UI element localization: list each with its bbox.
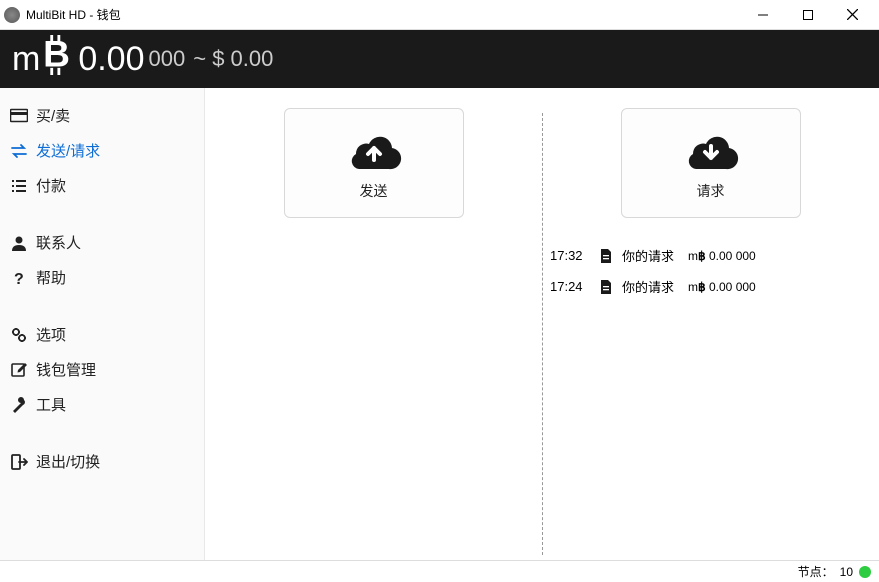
vertical-divider — [542, 113, 543, 555]
balance-bar: m B 0.00 000 ~ $ 0.00 — [0, 30, 879, 88]
window-controls — [740, 1, 875, 29]
send-panel: 发送 — [205, 98, 542, 560]
bitcoin-symbol-icon: ฿ — [698, 280, 706, 294]
sidebar-item-help[interactable]: ? 帮助 — [0, 260, 204, 295]
tx-desc: 你的请求 — [622, 246, 674, 265]
transaction-row[interactable]: 17:24 你的请求 m฿ 0.00 000 — [550, 271, 871, 302]
send-label: 发送 — [360, 181, 388, 201]
main-content: 发送 请求 17:32 你的请求 — [205, 88, 879, 560]
sidebar-item-tools[interactable]: 工具 — [0, 387, 204, 422]
exchange-icon — [10, 142, 28, 160]
cloud-download-icon — [681, 126, 741, 171]
question-icon: ? — [10, 269, 28, 287]
sidebar-label: 钱包管理 — [36, 359, 96, 380]
sidebar-label: 买/卖 — [36, 105, 70, 126]
body: 买/卖 发送/请求 付款 联系人 ? 帮助 — [0, 88, 879, 560]
sidebar-item-options[interactable]: 选项 — [0, 317, 204, 352]
gears-icon — [10, 326, 28, 344]
tx-time: 17:24 — [550, 279, 590, 294]
mbtc-prefix: m — [688, 280, 698, 294]
wrench-icon — [10, 396, 28, 414]
sidebar-label: 联系人 — [36, 232, 81, 253]
sidebar-label: 选项 — [36, 324, 66, 345]
mbtc-prefix: m — [688, 249, 698, 263]
sidebar-item-buy-sell[interactable]: 买/卖 — [0, 98, 204, 133]
svg-text:?: ? — [14, 271, 24, 287]
titlebar: MultiBit HD - 钱包 — [0, 0, 879, 30]
sidebar-item-payments[interactable]: 付款 — [0, 168, 204, 203]
app-icon — [4, 7, 20, 23]
file-icon — [598, 248, 614, 264]
close-button[interactable] — [830, 1, 875, 29]
svg-text:B: B — [43, 35, 70, 74]
status-bar: 节点： 10 — [0, 560, 879, 582]
status-dot-icon — [859, 566, 871, 578]
sidebar-label: 工具 — [36, 394, 66, 415]
list-icon — [10, 177, 28, 195]
bitcoin-symbol-icon: ฿ — [698, 249, 706, 263]
window-title: MultiBit HD - 钱包 — [26, 6, 740, 23]
balance-unit-prefix: m — [12, 40, 40, 79]
request-label: 请求 — [697, 181, 725, 201]
cloud-upload-icon — [344, 126, 404, 171]
credit-card-icon — [10, 107, 28, 125]
request-panel: 请求 17:32 你的请求 m฿ 0.00 000 17:24 — [542, 98, 879, 560]
maximize-button[interactable] — [785, 1, 830, 29]
minimize-button[interactable] — [740, 1, 785, 29]
request-button[interactable]: 请求 — [621, 108, 801, 218]
tx-amount: m฿ 0.00 000 — [688, 249, 756, 263]
nodes-label: 节点： — [798, 563, 834, 580]
file-icon — [598, 279, 614, 295]
send-button[interactable]: 发送 — [284, 108, 464, 218]
tx-amount: m฿ 0.00 000 — [688, 280, 756, 294]
transaction-row[interactable]: 17:32 你的请求 m฿ 0.00 000 — [550, 240, 871, 271]
balance-decimals: 000 — [149, 46, 186, 72]
tx-desc: 你的请求 — [622, 277, 674, 296]
balance-fiat: ~ $ 0.00 — [193, 46, 273, 72]
sign-out-icon — [10, 453, 28, 471]
bitcoin-symbol-icon: B — [40, 35, 72, 84]
sidebar-label: 退出/切换 — [36, 451, 100, 472]
sidebar-label: 付款 — [36, 175, 66, 196]
sidebar-item-contacts[interactable]: 联系人 — [0, 225, 204, 260]
sidebar-label: 发送/请求 — [36, 140, 100, 161]
sidebar-item-wallet-mgmt[interactable]: 钱包管理 — [0, 352, 204, 387]
sidebar-item-exit-switch[interactable]: 退出/切换 — [0, 444, 204, 479]
sidebar-item-send-request[interactable]: 发送/请求 — [0, 133, 204, 168]
user-icon — [10, 234, 28, 252]
tx-time: 17:32 — [550, 248, 590, 263]
transaction-list: 17:32 你的请求 m฿ 0.00 000 17:24 你的请求 — [542, 240, 879, 302]
balance-amount: 0.00 — [78, 40, 144, 79]
edit-icon — [10, 361, 28, 379]
sidebar: 买/卖 发送/请求 付款 联系人 ? 帮助 — [0, 88, 205, 560]
sidebar-label: 帮助 — [36, 267, 66, 288]
nodes-count: 10 — [840, 565, 853, 579]
